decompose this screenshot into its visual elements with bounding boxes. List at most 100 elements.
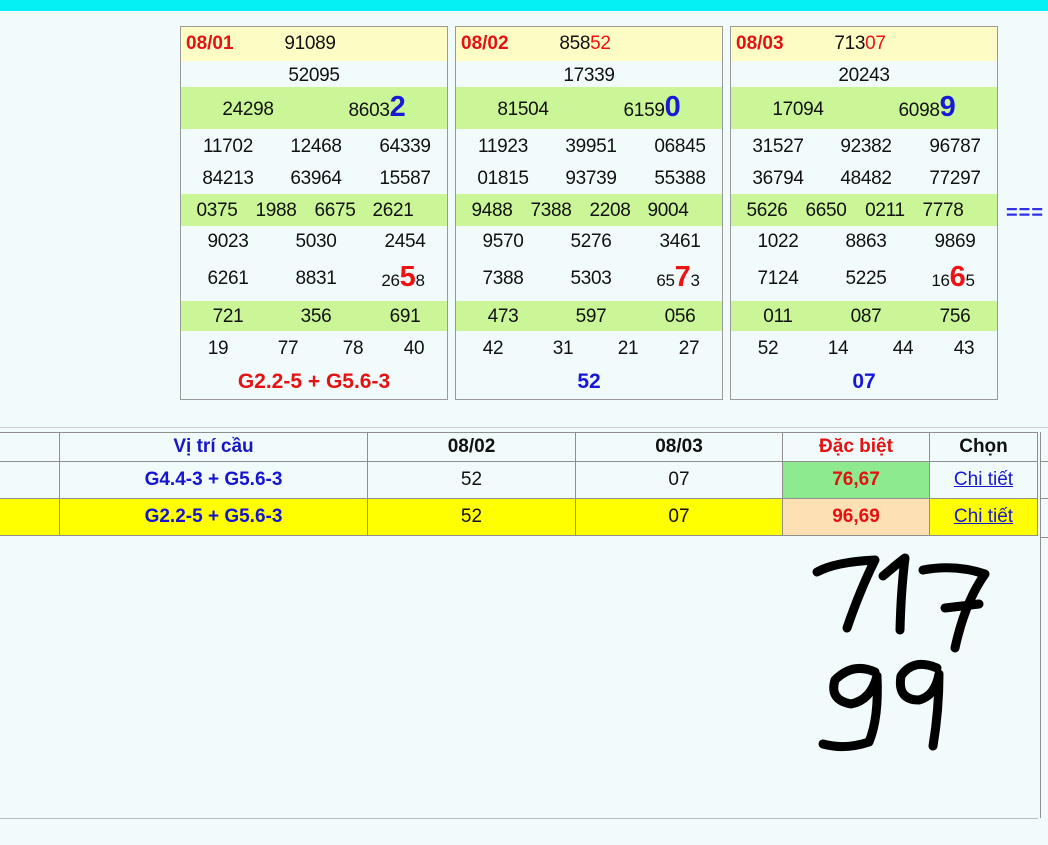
prize-3: 06845 (654, 136, 706, 157)
table-row-2-choose: Chi tiết (929, 498, 1038, 536)
prize-4: 0375 (196, 200, 238, 221)
prize-3: 64339 (379, 136, 431, 157)
panel-date: 08/01 (186, 33, 234, 54)
table-row-2-date-2: 07 (575, 498, 783, 536)
prize-5: 9023 (207, 231, 249, 252)
prize-5: 9570 (482, 231, 524, 252)
prize-3: 01815 (477, 168, 529, 189)
special-prize-black: 713 (834, 33, 866, 54)
table-row-1-special: 76,67 (782, 461, 930, 499)
prize-7: 52 (757, 338, 779, 359)
divider (0, 427, 1048, 428)
prize-7: 42 (482, 338, 504, 359)
prize-5: 5303 (570, 268, 612, 289)
prize-5: 5276 (570, 231, 612, 252)
prize-3: 12468 (290, 136, 342, 157)
prize-5-last-highlight: 6 (949, 261, 966, 293)
detail-link[interactable]: Chi tiết (954, 506, 1013, 528)
prize-5: 7124 (757, 268, 799, 289)
prize-2b-digits: 6159 (623, 100, 665, 121)
prize-4: 2208 (589, 200, 631, 221)
table-row-2-blank (0, 498, 60, 536)
prize-7: 44 (892, 338, 914, 359)
table-header-blank (0, 432, 60, 462)
prize-6: 597 (575, 306, 607, 327)
prize-2b: 60989 (899, 91, 956, 124)
prize-5-last-highlight: 7 (674, 261, 691, 293)
prize-5-last: 1665 (931, 261, 975, 294)
prize-2b-highlight: 0 (664, 91, 681, 123)
special-prize: 71307 (834, 33, 886, 55)
prize-2-row (456, 87, 722, 129)
prize-2b-highlight: 9 (939, 91, 956, 123)
prize-3: 48482 (840, 168, 892, 189)
prize-3: 31527 (752, 136, 804, 157)
prize-5: 7388 (482, 268, 524, 289)
prize-1: 20243 (838, 65, 890, 86)
table-row-1-choose: Chi tiết (929, 461, 1038, 499)
prize-5: 2454 (384, 231, 426, 252)
prize-6: 473 (487, 306, 519, 327)
special-prize-red: 52 (590, 33, 611, 54)
prize-4: 1988 (255, 200, 297, 221)
top-bar (0, 0, 1048, 11)
prize-7: 27 (678, 338, 700, 359)
prize-5: 8863 (845, 231, 887, 252)
prize-3: 11923 (478, 136, 528, 157)
result-panel: 08/03 71307 20243 17094 60989 31527 92382 96787… (730, 26, 998, 400)
prize-2b: 86032 (349, 91, 406, 124)
table-row-1-date-2: 07 (575, 461, 783, 499)
prize-4: 7388 (530, 200, 572, 221)
detail-link[interactable]: Chi tiết (954, 469, 1013, 491)
prize-5-last-a: 26 (381, 271, 400, 290)
table-header-position: Vị trí cầu (59, 432, 368, 462)
prize-3: 93739 (565, 168, 617, 189)
prize-3: 63964 (290, 168, 342, 189)
prize-4: 9004 (647, 200, 689, 221)
prize-6: 691 (389, 306, 421, 327)
prize-5: 9869 (934, 231, 976, 252)
arrow-indicator: === (1006, 202, 1045, 224)
prize-3: 39951 (565, 136, 617, 157)
prize-2a: 24298 (222, 99, 274, 120)
prize-5-last-b: 3 (690, 271, 700, 290)
prize-2b-digits: 6098 (898, 100, 940, 121)
special-prize-black: 91089 (284, 33, 336, 54)
panel-date: 08/02 (461, 33, 509, 54)
table-header-choose: Chọn (929, 432, 1038, 462)
prize-4: 7778 (922, 200, 964, 221)
prize-5-last-a: 65 (656, 271, 675, 290)
prize-7: 14 (827, 338, 849, 359)
prize-5-last-b: 8 (415, 271, 425, 290)
prize-2-row (181, 87, 447, 129)
prize-2b: 61590 (624, 91, 681, 124)
prize-6: 011 (763, 306, 793, 327)
table-row-2-date-1: 52 (367, 498, 576, 536)
prize-5-last-a: 16 (931, 271, 950, 290)
prize-5-last-b: 5 (965, 271, 975, 290)
prize-1: 17339 (563, 65, 615, 86)
prize-3: 11702 (203, 136, 253, 157)
prize-7: 78 (342, 338, 364, 359)
prize-2b-highlight: 2 (389, 91, 406, 123)
prize-2-row (731, 87, 997, 129)
special-prize-black: 858 (559, 33, 591, 54)
prize-5: 5225 (845, 268, 887, 289)
prize-2a: 81504 (497, 99, 549, 120)
prize-4: 2621 (372, 200, 414, 221)
panel-footer: 52 (577, 370, 601, 393)
table-row-1-date-1: 52 (367, 461, 576, 499)
result-panel: 08/01 91089 52095 24298 86032 11702 12468 64339… (180, 26, 448, 400)
prize-5: 1022 (757, 231, 799, 252)
prize-3: 15587 (379, 168, 431, 189)
prize-4: 6675 (314, 200, 356, 221)
panel-footer: 07 (852, 370, 876, 393)
prize-7: 31 (552, 338, 574, 359)
prize-4: 6650 (805, 200, 847, 221)
table-row-1-blank (0, 461, 60, 499)
prize-2b-digits: 8603 (348, 100, 390, 121)
special-prize-red: 07 (865, 33, 886, 54)
panel-date: 08/03 (736, 33, 784, 54)
table-header-date-2: 08/03 (575, 432, 783, 462)
prize-3: 77297 (929, 168, 981, 189)
